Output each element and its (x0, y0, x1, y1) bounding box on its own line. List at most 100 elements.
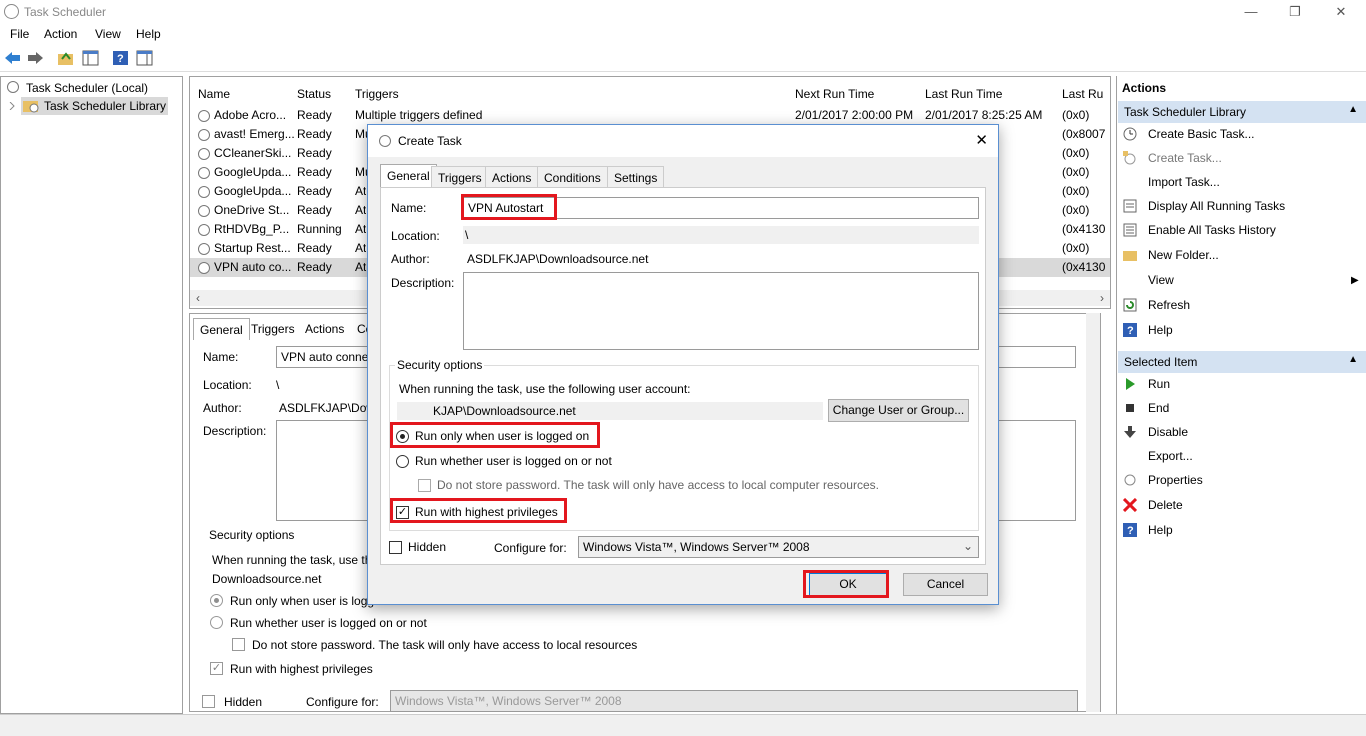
up-folder-icon[interactable] (57, 50, 74, 66)
cell-name: VPN auto co... (214, 260, 292, 274)
column-header-last-result[interactable]: Last Ru (1062, 87, 1103, 101)
configure-for-select[interactable]: Windows Vista™, Windows Server™ 2008 ⌄ (578, 536, 979, 558)
actions-section-library[interactable]: Task Scheduler Library ▲ (1118, 101, 1366, 123)
detail-location-value: \ (276, 378, 280, 392)
cell-status: Ready (297, 184, 332, 198)
scroll-right-icon[interactable]: › (1100, 291, 1104, 305)
show-hide-console-tree-icon[interactable] (82, 50, 99, 66)
collapse-icon[interactable]: ▲ (1348, 354, 1358, 365)
detail-no-store-label: Do not store password. The task will onl… (252, 638, 638, 652)
cell-result: (0x4130 (1062, 222, 1106, 236)
tab-triggers[interactable]: Triggers (431, 166, 489, 188)
svg-text:?: ? (1127, 525, 1134, 537)
tab-actions[interactable]: Actions (485, 166, 539, 188)
column-header-next-run[interactable]: Next Run Time (795, 87, 874, 101)
disable-icon (1123, 425, 1137, 439)
cell-next: 2/01/2017 2:00:00 PM (795, 108, 914, 122)
back-arrow-icon[interactable] (4, 50, 21, 66)
window-title: Task Scheduler (24, 5, 107, 19)
cell-name: Adobe Acro... (214, 108, 287, 122)
menu-file[interactable]: File (10, 27, 29, 41)
status-bar (0, 714, 1366, 736)
clock-icon (198, 205, 210, 217)
cell-triggers: At (355, 203, 367, 217)
menu-action[interactable]: Action (44, 27, 77, 41)
column-header-triggers[interactable]: Triggers (355, 87, 399, 101)
help-icon[interactable]: ? (112, 50, 129, 66)
dialog-title: Create Task (398, 134, 462, 148)
user-account-value: KJAP\Downloadsource.net (433, 404, 576, 418)
change-user-button[interactable]: Change User or Group... (828, 399, 969, 422)
no-store-password-checkbox[interactable] (418, 479, 431, 492)
tab-general[interactable]: General (380, 164, 437, 188)
action-item-label: Export... (1148, 449, 1193, 463)
cell-name: OneDrive St... (214, 203, 290, 217)
configure-for-value: Windows Vista™, Windows Server™ 2008 (583, 540, 810, 554)
detail-tab-general[interactable]: General (193, 318, 250, 340)
section-selected-label: Selected Item (1124, 355, 1198, 369)
action-item-label: Refresh (1148, 298, 1191, 312)
hidden-checkbox[interactable] (389, 541, 402, 554)
tab-settings[interactable]: Settings (607, 166, 665, 188)
highlight-name (461, 194, 557, 220)
security-text: When running the task, use the following… (399, 382, 691, 396)
tree-item-library[interactable]: Task Scheduler Library (9, 97, 168, 115)
security-title: Security options (395, 358, 485, 372)
cell-status: Running (297, 222, 342, 236)
minimize-button[interactable]: — (1236, 2, 1266, 22)
description-label: Description: (391, 276, 455, 290)
forward-arrow-icon[interactable] (27, 50, 44, 66)
svg-text:?: ? (117, 53, 124, 65)
radio-whether-logged[interactable] (396, 455, 409, 468)
scroll-left-icon[interactable]: ‹ (196, 291, 200, 305)
cell-result: (0x8007 (1062, 127, 1106, 141)
clock-icon (379, 135, 391, 147)
column-header-last-run[interactable]: Last Run Time (925, 87, 1002, 101)
cell-status: Ready (297, 165, 332, 179)
detail-scrollbar[interactable] (1086, 313, 1100, 712)
detail-tab-actions[interactable]: Actions (299, 318, 350, 340)
close-button[interactable]: ✕ (1326, 2, 1356, 22)
column-header-status[interactable]: Status (297, 87, 331, 101)
detail-highest-checkbox: ✓ (210, 662, 223, 675)
cell-status: Ready (297, 260, 332, 274)
dialog-close-icon[interactable]: ✕ (975, 131, 988, 149)
description-input[interactable] (463, 272, 979, 350)
configure-for-label: Configure for: (494, 541, 567, 555)
actions-section-selected[interactable]: Selected Item ▲ (1118, 351, 1366, 373)
location-value: \ (465, 228, 469, 242)
action-item-label: Delete (1148, 498, 1183, 512)
cell-status: Ready (297, 127, 332, 141)
hidden-label: Hidden (408, 540, 447, 554)
history-icon (1123, 223, 1137, 237)
clock-icon (198, 243, 210, 255)
menu-view[interactable]: View (95, 27, 121, 41)
svg-text:?: ? (1127, 325, 1134, 337)
cell-result: (0x0) (1062, 203, 1090, 217)
detail-configure-select: Windows Vista™, Windows Server™ 2008 (390, 690, 1078, 712)
show-hide-action-pane-icon[interactable] (136, 50, 153, 66)
action-item-label: Create Basic Task... (1148, 127, 1255, 141)
submenu-arrow-icon: ▶ (1351, 275, 1359, 286)
section-library-label: Task Scheduler Library (1124, 105, 1247, 119)
table-row[interactable]: Adobe Acro... Ready Multiple triggers defi… (190, 106, 1110, 125)
cell-triggers: At (355, 184, 367, 198)
view-icon (1123, 273, 1137, 287)
detail-description-label: Description: (203, 424, 267, 438)
restore-button[interactable]: ❐ (1280, 2, 1310, 22)
clock-icon (198, 167, 210, 179)
cancel-button[interactable]: Cancel (903, 573, 988, 596)
collapse-icon[interactable]: ▲ (1348, 104, 1358, 115)
properties-icon (1123, 473, 1137, 487)
menu-bar: File Action View Help (0, 24, 1366, 44)
detail-tab-triggers[interactable]: Triggers (245, 318, 301, 340)
tab-conditions[interactable]: Conditions (537, 166, 608, 188)
cell-status: Ready (297, 146, 332, 160)
chevron-down-icon[interactable]: ⌄ (963, 539, 973, 553)
cell-triggers: At (355, 241, 367, 255)
detail-account: Downloadsource.net (212, 572, 322, 586)
chevron-right-icon[interactable] (9, 102, 16, 110)
menu-help[interactable]: Help (136, 27, 161, 41)
cell-result: (0x0) (1062, 165, 1090, 179)
column-header-name[interactable]: Name (198, 87, 230, 101)
